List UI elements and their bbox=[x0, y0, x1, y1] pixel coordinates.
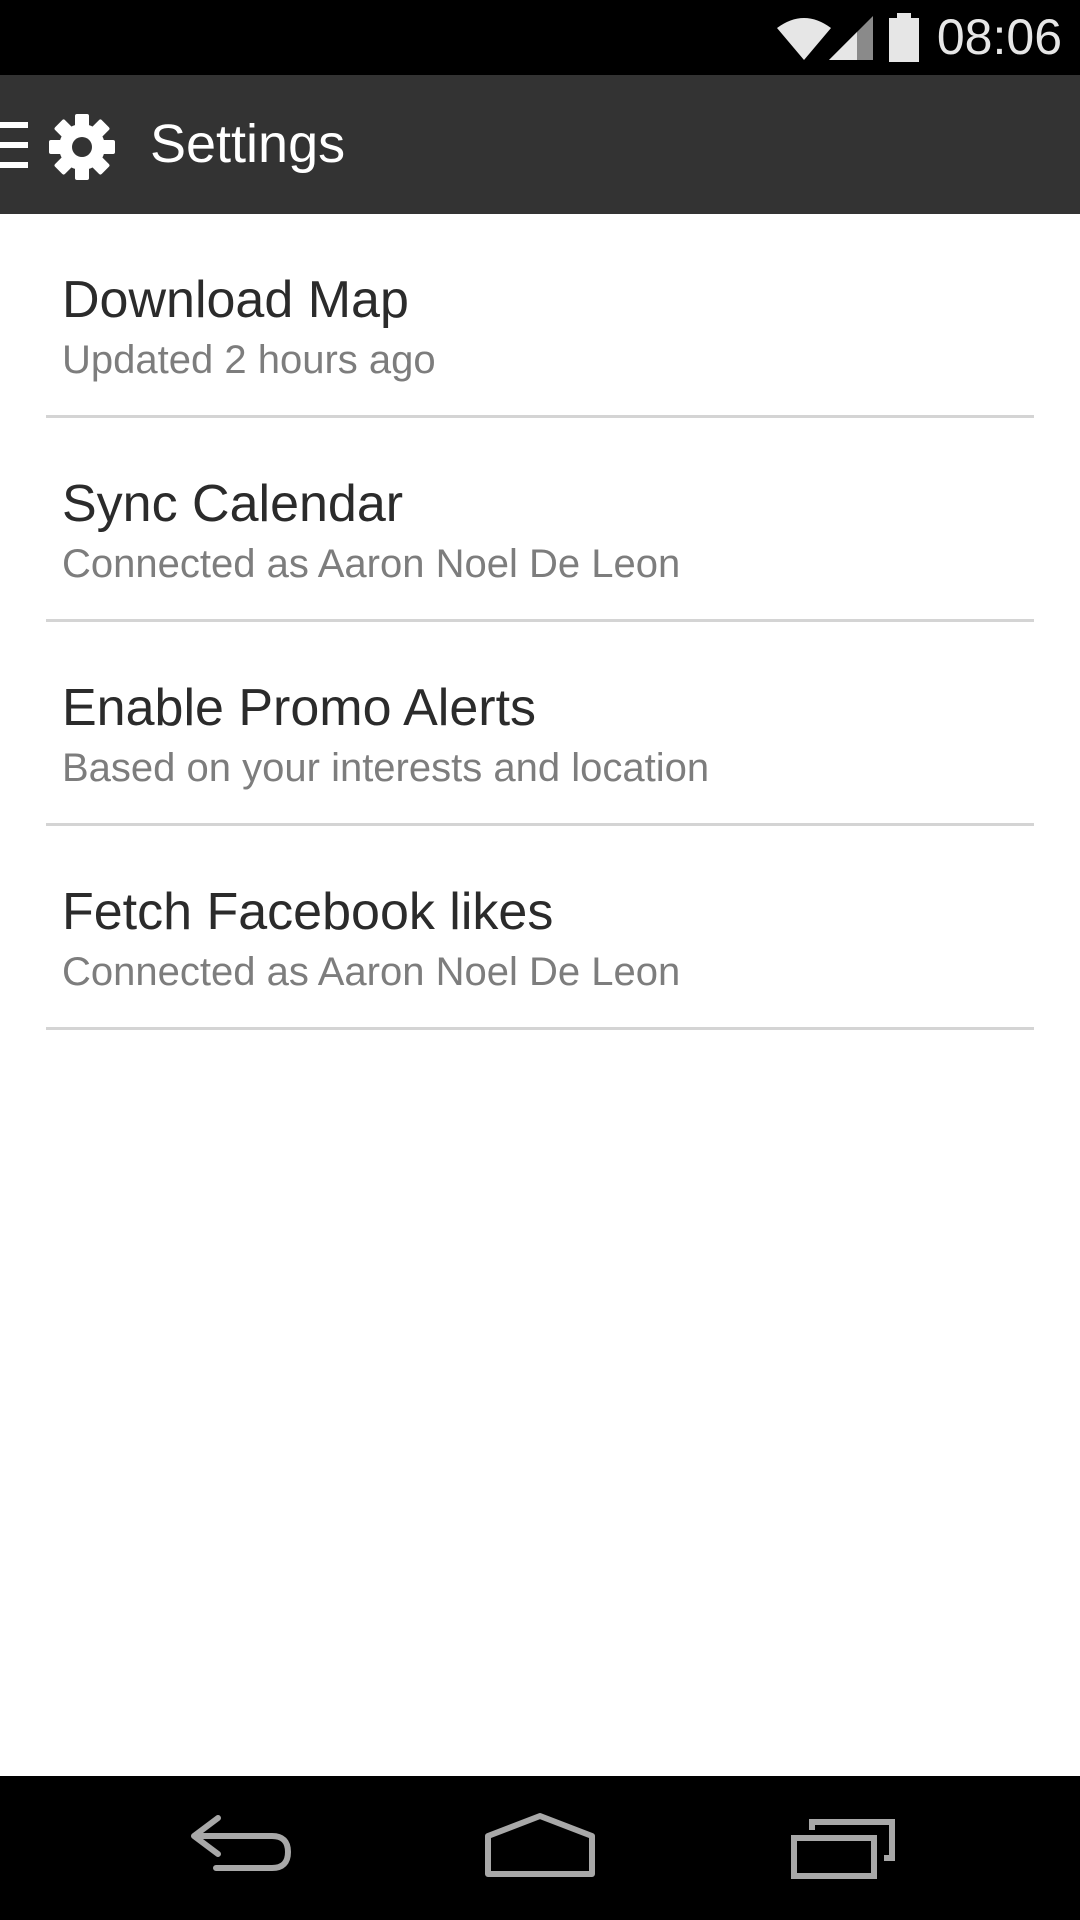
setting-title: Enable Promo Alerts bbox=[62, 679, 537, 737]
settings-list: Download Map Updated 2 hours ago Sync Ca… bbox=[0, 214, 1080, 1030]
wifi-icon bbox=[775, 14, 833, 62]
status-time: 08:06 bbox=[936, 9, 1062, 65]
setting-title: Fetch Facebook likes bbox=[62, 883, 554, 941]
setting-fetch-facebook-likes[interactable]: Fetch Facebook likes Connected as Aaron … bbox=[46, 826, 1034, 1030]
gear-icon[interactable] bbox=[48, 113, 116, 181]
page-title: Settings bbox=[150, 114, 346, 174]
setting-subtitle: Connected as Aaron Noel De Leon bbox=[62, 542, 681, 586]
recent-apps-icon[interactable] bbox=[790, 1812, 898, 1889]
setting-subtitle: Updated 2 hours ago bbox=[62, 338, 436, 382]
action-bar: Settings bbox=[0, 75, 1080, 214]
status-icons: 08:06 bbox=[775, 0, 1062, 75]
battery-icon bbox=[887, 12, 921, 63]
navigation-bar bbox=[0, 1776, 1080, 1920]
home-icon[interactable] bbox=[484, 1812, 596, 1889]
back-icon[interactable] bbox=[186, 1812, 292, 1889]
setting-title: Sync Calendar bbox=[62, 475, 404, 533]
setting-subtitle: Connected as Aaron Noel De Leon bbox=[62, 950, 681, 994]
setting-title: Download Map bbox=[62, 271, 409, 329]
drawer-menu-icon[interactable] bbox=[0, 120, 32, 170]
setting-download-map[interactable]: Download Map Updated 2 hours ago bbox=[46, 214, 1034, 418]
setting-subtitle: Based on your interests and location bbox=[62, 746, 710, 790]
setting-enable-promo-alerts[interactable]: Enable Promo Alerts Based on your intere… bbox=[46, 622, 1034, 826]
setting-sync-calendar[interactable]: Sync Calendar Connected as Aaron Noel De… bbox=[46, 418, 1034, 622]
status-bar: 08:06 bbox=[0, 0, 1080, 75]
signal-icon bbox=[827, 14, 875, 62]
